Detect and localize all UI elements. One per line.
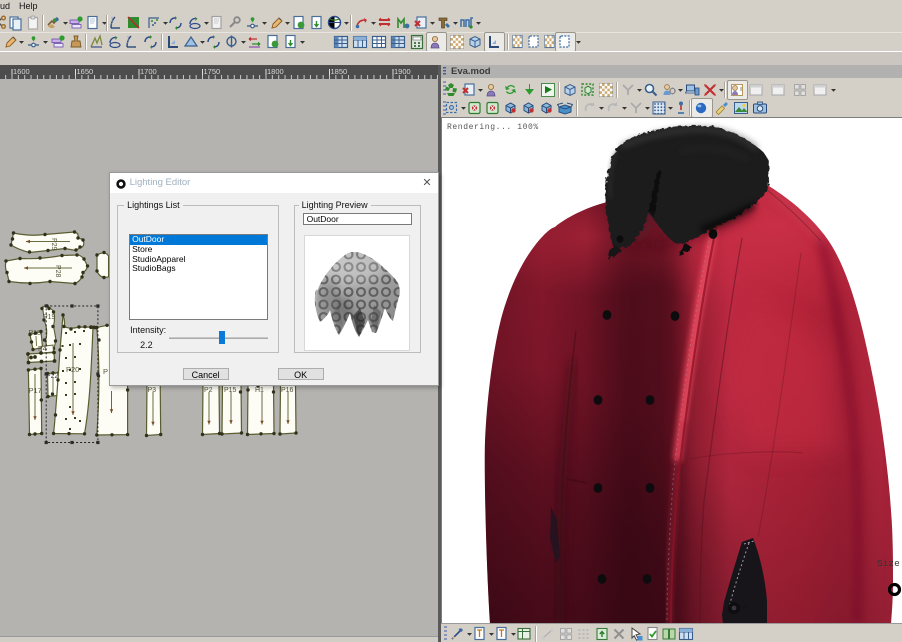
- svg-text:P29: P29: [50, 238, 57, 251]
- svg-text:P: P: [103, 367, 108, 376]
- svg-text:P15: P15: [224, 387, 237, 394]
- svg-text:P28: P28: [54, 265, 61, 278]
- svg-text:P2: P2: [204, 387, 213, 394]
- svg-text:1850: 1850: [331, 67, 348, 76]
- svg-text:1900: 1900: [394, 67, 411, 76]
- svg-text:1800: 1800: [267, 67, 284, 76]
- svg-text:1650: 1650: [77, 67, 94, 76]
- svg-text:1750: 1750: [204, 67, 221, 76]
- svg-text:P3: P3: [148, 387, 157, 394]
- svg-text:H1: H1: [255, 387, 264, 394]
- svg-text:P16: P16: [281, 387, 294, 394]
- svg-text:P20: P20: [66, 365, 79, 374]
- svg-text:P17: P17: [29, 386, 42, 395]
- svg-text:1600: 1600: [13, 67, 30, 76]
- svg-text:1700: 1700: [140, 67, 157, 76]
